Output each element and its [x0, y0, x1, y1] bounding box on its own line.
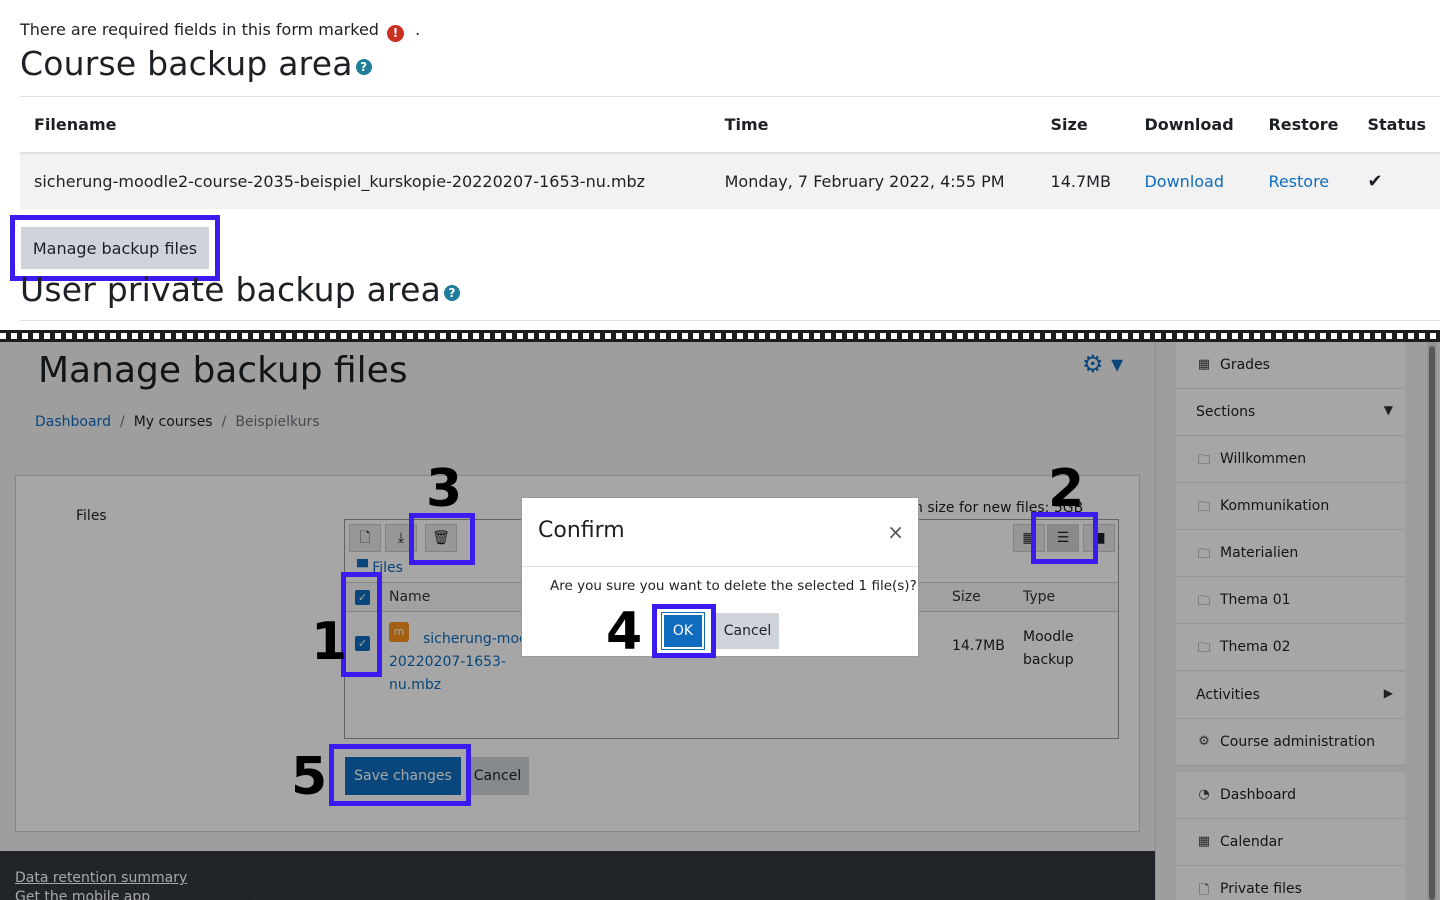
backup-filename: sicherung-moodle2-course-2035-beispiel_k… — [20, 152, 711, 209]
image-separator — [0, 330, 1440, 342]
course-backup-panel: There are required fields in this form m… — [0, 0, 1440, 330]
close-icon[interactable]: × — [887, 520, 904, 544]
step-number-3: 3 — [426, 459, 463, 519]
required-icon: ! — [387, 25, 405, 42]
dialog-message: Are you sure you want to delete the sele… — [550, 578, 917, 594]
backup-time: Monday, 7 February 2022, 4:55 PM — [710, 152, 1037, 209]
table-header-row: Filename Time Size Download Restore Stat… — [20, 96, 1440, 154]
dialog-cancel-button[interactable]: Cancel — [716, 613, 779, 649]
step-number-2: 2 — [1048, 459, 1085, 519]
status-check-icon: ✔ — [1353, 152, 1440, 209]
step-number-4: 4 — [606, 602, 643, 662]
course-backup-title: Course backup area? — [20, 44, 372, 83]
help-icon[interactable]: ? — [444, 285, 461, 301]
download-link[interactable]: Download — [1144, 172, 1224, 191]
restore-link[interactable]: Restore — [1268, 172, 1329, 191]
backup-files-table: Filename Time Size Download Restore Stat… — [20, 96, 1440, 209]
column-download: Download — [1130, 96, 1255, 154]
required-fields-note: There are required fields in this form m… — [20, 20, 421, 42]
help-icon[interactable]: ? — [355, 59, 372, 75]
manage-backup-files-button[interactable]: Manage backup files — [21, 227, 209, 269]
confirm-dialog: Confirm × Are you sure you want to delet… — [521, 497, 919, 657]
manage-backup-screen: Manage backup files ⚙ ▾ Dashboard / My cou… — [0, 342, 1440, 900]
backup-size: 14.7MB — [1036, 152, 1131, 209]
column-filename: Filename — [20, 96, 711, 154]
dialog-title: Confirm — [538, 518, 625, 543]
step-number-1: 1 — [311, 612, 348, 672]
private-backup-title: User private backup area? — [20, 270, 461, 309]
ok-button[interactable]: OK — [661, 612, 705, 650]
column-restore: Restore — [1254, 96, 1354, 154]
column-time: Time — [710, 96, 1037, 154]
column-status: Status — [1353, 96, 1440, 154]
step-number-5: 5 — [291, 747, 328, 807]
column-size: Size — [1036, 96, 1131, 154]
table-row: sicherung-moodle2-course-2035-beispiel_k… — [20, 152, 1440, 209]
divider — [20, 320, 1440, 321]
